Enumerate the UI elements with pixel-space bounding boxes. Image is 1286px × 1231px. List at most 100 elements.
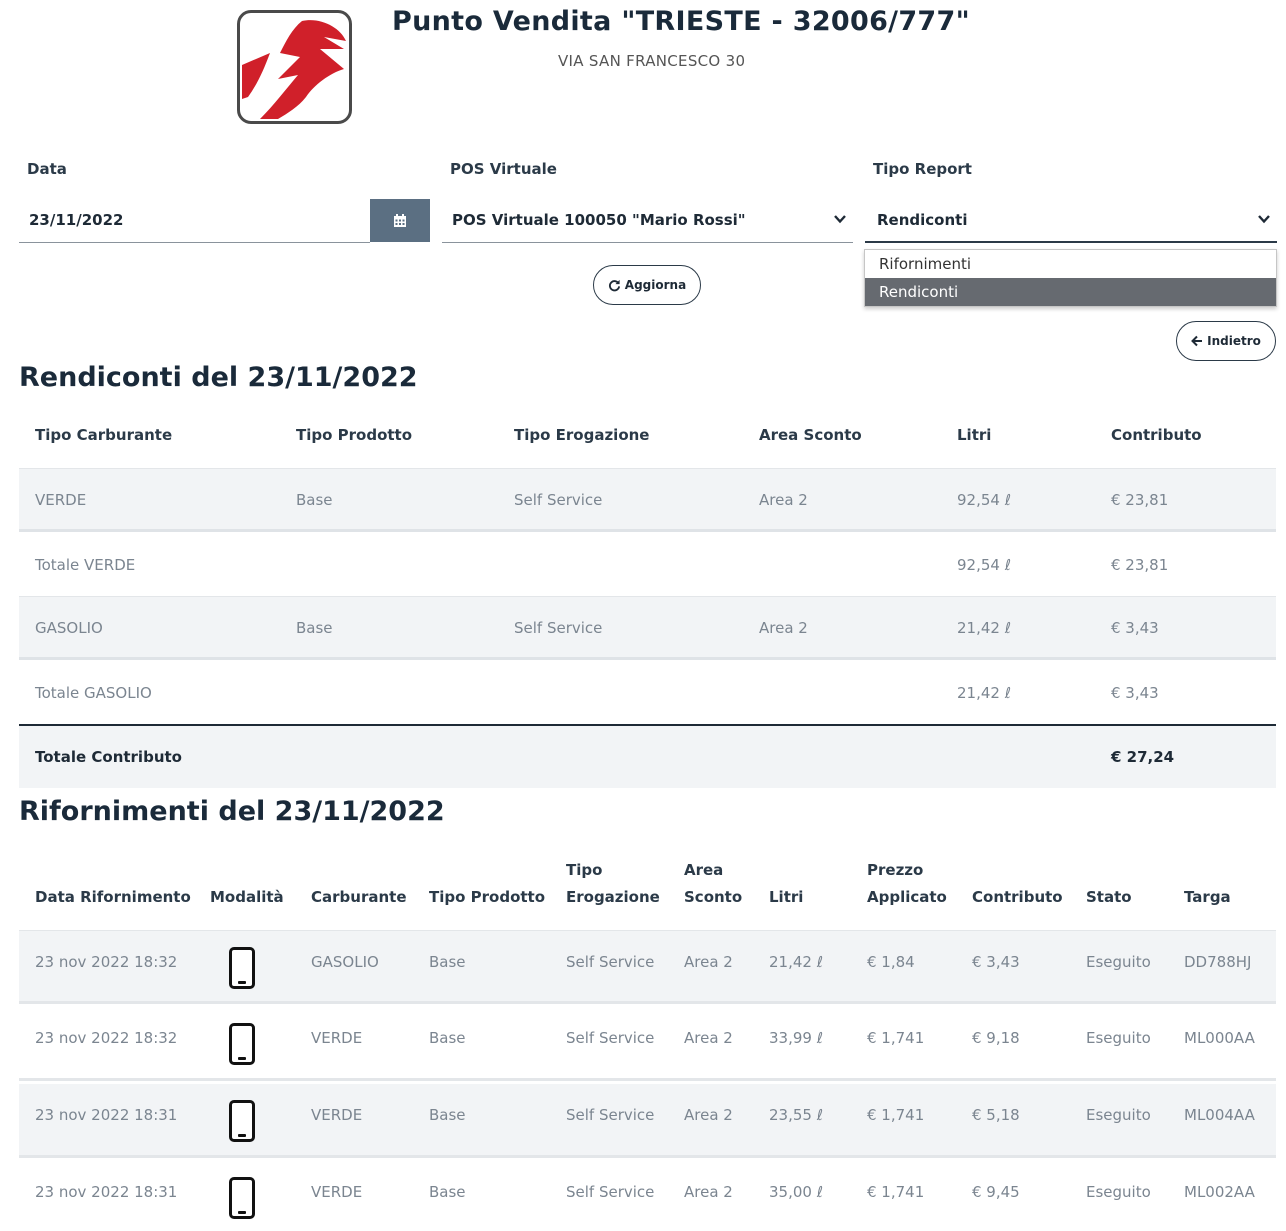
back-label: Indietro [1207, 334, 1261, 348]
cell-prezzo: € 1,741 [867, 1183, 925, 1201]
cell-area: Area 2 [759, 491, 808, 509]
cell-carburante: GASOLIO [311, 953, 379, 971]
cell-carburante: VERDE [311, 1029, 363, 1047]
cell-contributo: € 3,43 [1111, 619, 1159, 637]
refresh-button[interactable]: Aggiorna [593, 265, 701, 305]
col-tipo-erogazione: Tipo Erogazione [514, 426, 650, 444]
phone-icon [229, 1023, 255, 1065]
phone-icon [229, 1177, 255, 1219]
cell-litri: 23,55 ℓ [769, 1106, 823, 1124]
chevron-down-icon [1258, 215, 1270, 224]
option-rifornimenti[interactable]: Rifornimenti [865, 250, 1276, 278]
cell-contributo: € 23,81 [1111, 491, 1169, 509]
brand-logo [237, 10, 352, 124]
refresh-label: Aggiorna [624, 278, 687, 292]
cell-litri: 21,42 ℓ [769, 953, 823, 971]
col-stato: Stato [1086, 888, 1132, 906]
cell-targa: DD788HJ [1184, 953, 1252, 971]
cell-erogazione: Self Service [566, 953, 655, 971]
cell-carburante: VERDE [35, 491, 87, 509]
cell-targa: ML000AA [1184, 1029, 1255, 1047]
rendiconti-title: Rendiconti del 23/11/2022 [19, 362, 418, 393]
option-rendiconti[interactable]: Rendiconti [865, 278, 1276, 306]
col-tipo-prodotto: Tipo Prodotto [429, 888, 546, 906]
total-row: Totale Contributo € 27,24 [19, 724, 1276, 788]
col-tipo-erogazione-line1: Tipo [566, 861, 603, 879]
cell-prezzo: € 1,84 [867, 953, 915, 971]
cell-contributo: € 5,18 [972, 1106, 1020, 1124]
cell-erogazione: Self Service [566, 1106, 655, 1124]
cell-area: Area 2 [684, 1029, 733, 1047]
cell-carburante: VERDE [311, 1183, 363, 1201]
calendar-icon [394, 213, 406, 227]
col-area-sconto-line2: Sconto [684, 888, 743, 906]
pos-label: POS Virtuale [450, 160, 557, 178]
cell-contributo: € 3,43 [1111, 684, 1159, 702]
cell-litri: 21,42 ℓ [957, 684, 1011, 702]
table-row: 23 nov 2022 18:32 GASOLIO Base Self Serv… [19, 930, 1276, 1004]
table-row: GASOLIO Base Self Service Area 2 21,42 ℓ… [19, 596, 1276, 660]
cell-stato: Eseguito [1086, 953, 1151, 971]
cell-litri: 21,42 ℓ [957, 619, 1011, 637]
cell-area: Area 2 [759, 619, 808, 637]
table-row: 23 nov 2022 18:31 VERDE Base Self Servic… [19, 1161, 1276, 1231]
date-field[interactable]: 23/11/2022 [19, 198, 370, 243]
report-type-select[interactable]: Rendiconti [865, 198, 1277, 243]
cell-prodotto: Base [296, 619, 333, 637]
table-row: Totale VERDE 92,54 ℓ € 23,81 [19, 532, 1276, 596]
col-prezzo-line2: Applicato [867, 888, 947, 906]
table-row: 23 nov 2022 18:31 VERDE Base Self Servic… [19, 1084, 1276, 1158]
calendar-button[interactable] [370, 199, 430, 242]
cell-stato: Eseguito [1086, 1106, 1151, 1124]
cell-contributo: € 9,45 [972, 1183, 1020, 1201]
col-contributo: Contributo [1111, 426, 1202, 444]
col-litri: Litri [769, 888, 804, 906]
table-row: Totale GASOLIO 21,42 ℓ € 3,43 [19, 660, 1276, 724]
col-area-sconto-line1: Area [684, 861, 724, 879]
cell-area: Area 2 [684, 1106, 733, 1124]
cell-data: 23 nov 2022 18:31 [35, 1106, 178, 1124]
cell-data: 23 nov 2022 18:32 [35, 953, 178, 971]
cell-targa: ML004AA [1184, 1106, 1255, 1124]
cell-carburante: GASOLIO [35, 619, 103, 637]
cell-contributo: € 3,43 [972, 953, 1020, 971]
cell-prezzo: € 1,741 [867, 1106, 925, 1124]
cell-prodotto: Base [429, 1183, 466, 1201]
table-header: Data Rifornimento Modalità Carburante Ti… [19, 848, 1276, 930]
col-tipo-carburante: Tipo Carburante [35, 426, 173, 444]
cell-prezzo: € 1,741 [867, 1029, 925, 1047]
report-type-dropdown: Rifornimenti Rendiconti [864, 249, 1277, 307]
table-row: VERDE Base Self Service Area 2 92,54 ℓ €… [19, 468, 1276, 532]
phone-icon [229, 947, 255, 989]
cell-data: 23 nov 2022 18:32 [35, 1029, 178, 1047]
cell-prodotto: Base [429, 1029, 466, 1047]
cell-stato: Eseguito [1086, 1183, 1151, 1201]
arrow-left-icon [1191, 335, 1203, 347]
refresh-icon [608, 279, 620, 291]
cell-area: Area 2 [684, 953, 733, 971]
cell-contributo: € 9,18 [972, 1029, 1020, 1047]
report-type-value: Rendiconti [877, 210, 968, 229]
col-targa: Targa [1184, 888, 1231, 906]
cell-erogazione: Self Service [514, 619, 603, 637]
pos-value: POS Virtuale 100050 "Mario Rossi" [452, 211, 746, 229]
rifornimenti-table: Data Rifornimento Modalità Carburante Ti… [19, 848, 1276, 1231]
col-tipo-erogazione-line2: Erogazione [566, 888, 660, 906]
cell-litri: 35,00 ℓ [769, 1183, 823, 1201]
date-label: Data [27, 160, 67, 178]
phone-icon [229, 1100, 255, 1142]
cell-stato: Eseguito [1086, 1029, 1151, 1047]
cell-targa: ML002AA [1184, 1183, 1255, 1201]
col-data-rifornimento: Data Rifornimento [35, 888, 191, 906]
cell-erogazione: Self Service [514, 491, 603, 509]
col-prezzo-line1: Prezzo [867, 861, 924, 879]
pos-select[interactable]: POS Virtuale 100050 "Mario Rossi" [442, 198, 853, 243]
chevron-down-icon [834, 215, 846, 224]
rifornimenti-title: Rifornimenti del 23/11/2022 [19, 796, 445, 827]
back-button[interactable]: Indietro [1176, 321, 1276, 361]
cell-carburante: VERDE [311, 1106, 363, 1124]
rendiconti-table: Tipo Carburante Tipo Prodotto Tipo Eroga… [19, 404, 1276, 788]
cell-area: Area 2 [684, 1183, 733, 1201]
cell-prodotto: Base [296, 491, 333, 509]
col-area-sconto: Area Sconto [759, 426, 862, 444]
